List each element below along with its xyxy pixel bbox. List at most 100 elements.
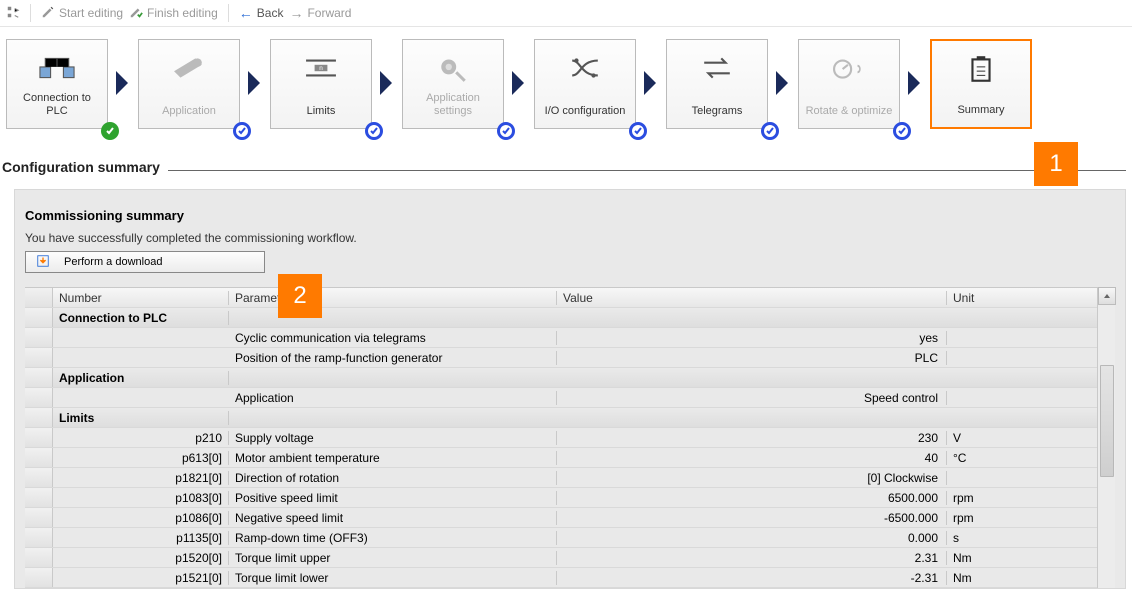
done-badge-icon [629, 122, 647, 140]
section-title: Configuration summary [0, 139, 1132, 179]
wizard-step-telegrams[interactable]: Telegrams [666, 39, 768, 129]
done-badge-icon [761, 122, 779, 140]
cell-parameter: Supply voltage [229, 431, 557, 445]
cell-number: p1520[0] [53, 551, 229, 565]
chevron-right-icon [768, 39, 798, 97]
row-header[interactable] [25, 528, 53, 547]
chevron-right-icon [372, 39, 402, 97]
step-label: Telegrams [688, 105, 747, 118]
callout-1: 1 [1034, 142, 1078, 186]
done-badge-icon [233, 122, 251, 140]
toolbar-separator [228, 4, 229, 22]
row-header[interactable] [25, 328, 53, 347]
row-header[interactable] [25, 548, 53, 567]
row-header[interactable] [25, 368, 53, 387]
cell-number: p1135[0] [53, 531, 229, 545]
back-label: Back [257, 6, 284, 20]
row-header[interactable] [25, 488, 53, 507]
cell-number: Limits [53, 411, 229, 425]
cell-number: p1821[0] [53, 471, 229, 485]
wizard-step-application-settings[interactable]: Application settings [402, 39, 504, 129]
cell-value: 230 [557, 431, 947, 445]
summary-panel: Commissioning summary You have successfu… [14, 189, 1126, 589]
vertical-scrollbar[interactable] [1097, 287, 1115, 588]
cell-value: 0.000 [557, 531, 947, 545]
row-header[interactable] [25, 348, 53, 367]
arrow-right-icon: → [289, 5, 303, 21]
forward-button[interactable]: → Forward [289, 5, 351, 21]
table-row: p613[0]Motor ambient temperature40°C [25, 448, 1097, 468]
cell-value: PLC [557, 351, 947, 365]
table-row: p1520[0]Torque limit upper2.31Nm [25, 548, 1097, 568]
table-group-row: Limits [25, 408, 1097, 428]
cell-parameter: Direction of rotation [229, 471, 557, 485]
wizard-step-application[interactable]: Application [138, 39, 240, 129]
table-row: p1135[0]Ramp-down time (OFF3)0.000s [25, 528, 1097, 548]
wizard-steps: Connection to PLC Application n Limits Appli… [0, 27, 1132, 139]
wizard-step-connection-to-plc[interactable]: Connection to PLC [6, 39, 108, 129]
cell-value: -2.31 [557, 571, 947, 585]
cell-number: p1521[0] [53, 571, 229, 585]
wizard-step-limits[interactable]: n Limits [270, 39, 372, 129]
scroll-thumb[interactable] [1100, 365, 1114, 477]
step-label: Summary [953, 104, 1008, 117]
chevron-right-icon [240, 39, 270, 97]
callout-2: 2 [278, 274, 322, 318]
table-row: Position of the ramp-function generatorP… [25, 348, 1097, 368]
row-header[interactable] [25, 388, 53, 407]
wizard-step-rotate-optimize[interactable]: Rotate & optimize [798, 39, 900, 129]
finish-editing-button[interactable]: Finish editing [129, 5, 218, 22]
back-button[interactable]: ←Back [239, 5, 284, 21]
cell-unit: V [947, 431, 1097, 445]
row-header[interactable] [25, 308, 53, 327]
cell-number: Application [53, 371, 229, 385]
svg-text:n: n [319, 65, 323, 72]
cell-unit: rpm [947, 491, 1097, 505]
cell-parameter: Ramp-down time (OFF3) [229, 531, 557, 545]
wizard-step-summary[interactable]: Summary [930, 39, 1032, 129]
perform-download-button[interactable]: Perform a download [25, 251, 265, 273]
col-unit[interactable]: Unit [947, 291, 1097, 305]
row-header[interactable] [25, 408, 53, 427]
toolbar-separator [30, 4, 31, 22]
done-badge-icon [893, 122, 911, 140]
summary-table: NumberParameter textValueUnitConnection … [25, 287, 1115, 588]
cell-unit: s [947, 531, 1097, 545]
cell-parameter: Negative speed limit [229, 511, 557, 525]
wizard-step-i-o-configuration[interactable]: I/O configuration [534, 39, 636, 129]
col-value[interactable]: Value [557, 291, 947, 305]
start-editing-button[interactable]: Start editing [41, 5, 123, 22]
cell-value: 40 [557, 451, 947, 465]
cell-value: yes [557, 331, 947, 345]
context-menu-icon[interactable] [6, 5, 20, 22]
table-group-row: Connection to PLC [25, 308, 1097, 328]
row-header[interactable] [25, 508, 53, 527]
done-badge-icon [497, 122, 515, 140]
step-label: Limits [303, 105, 340, 118]
table-row: p210Supply voltage230V [25, 428, 1097, 448]
row-header[interactable] [25, 568, 53, 587]
row-header-spacer [25, 288, 53, 307]
cell-number: Connection to PLC [53, 311, 229, 325]
chevron-right-icon [636, 39, 666, 97]
step-label: I/O configuration [541, 105, 630, 118]
col-number[interactable]: Number [53, 291, 229, 305]
table-row: p1821[0]Direction of rotation[0] Clockwi… [25, 468, 1097, 488]
row-header[interactable] [25, 428, 53, 447]
step-icon [693, 50, 741, 86]
step-icon: n [297, 50, 345, 86]
table-group-row: Application [25, 368, 1097, 388]
step-icon [165, 50, 213, 86]
cell-number: p1083[0] [53, 491, 229, 505]
row-header[interactable] [25, 468, 53, 487]
chevron-right-icon [108, 39, 138, 97]
chevron-right-icon [900, 39, 930, 97]
section-title-text: Configuration summary [2, 159, 160, 175]
cell-parameter: Torque limit lower [229, 571, 557, 585]
forward-label: Forward [307, 6, 351, 20]
cell-unit: rpm [947, 511, 1097, 525]
cell-parameter: Position of the ramp-function generator [229, 351, 557, 365]
row-header[interactable] [25, 448, 53, 467]
scroll-up-button[interactable] [1098, 287, 1116, 305]
cell-parameter: Cyclic communication via telegrams [229, 331, 557, 345]
